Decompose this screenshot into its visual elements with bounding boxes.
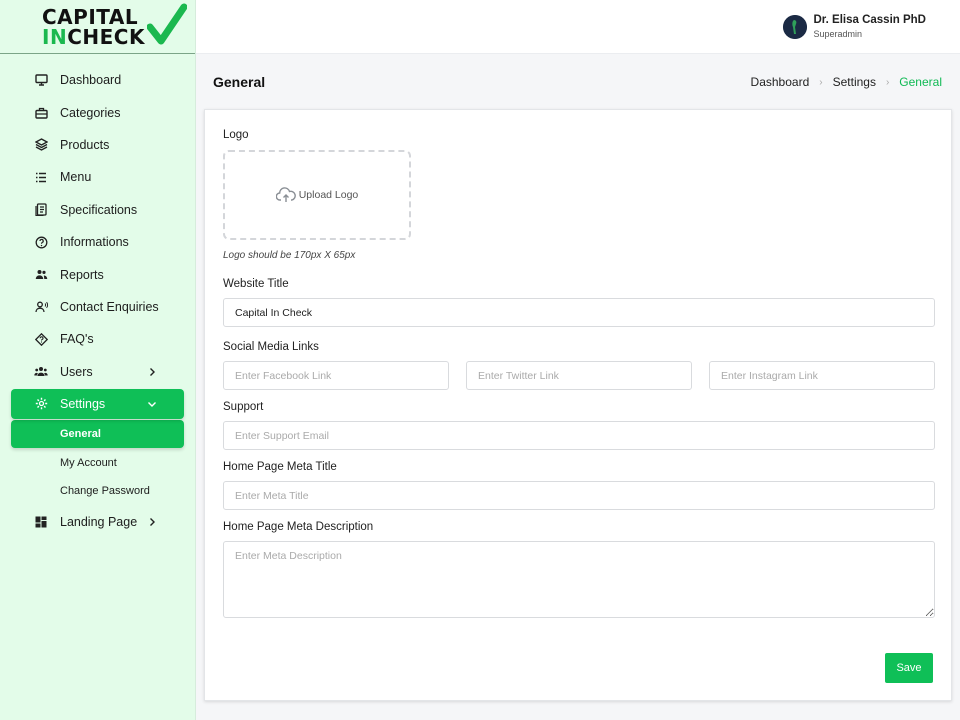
user-role: Superadmin: [813, 29, 863, 39]
instagram-link-input[interactable]: [709, 361, 935, 390]
user-menu[interactable]: Dr. Elisa Cassin PhD Superadmin: [782, 14, 927, 39]
sidebar-item-label: Specifications: [60, 202, 138, 217]
page-titlebar: General Dashboard › Settings › General: [196, 55, 960, 107]
sidebar-subitem-general[interactable]: General: [11, 419, 184, 449]
monitor-icon: [34, 73, 48, 87]
faq-icon: [34, 332, 48, 346]
sidebar-subitem-my-account[interactable]: My Account: [0, 448, 195, 477]
avatar: [782, 14, 807, 39]
sidebar-item-label: Landing Page: [60, 514, 138, 529]
briefcase-icon: [34, 106, 48, 120]
people-icon: [34, 268, 48, 282]
meta-description-textarea[interactable]: [223, 541, 935, 618]
sidebar-item-label: Reports: [60, 267, 104, 282]
sidebar-subitem-change-password[interactable]: Change Password: [0, 477, 195, 506]
sidebar-item-informations[interactable]: Informations: [0, 226, 195, 258]
sidebar-item-categories[interactable]: Categories: [0, 96, 195, 128]
user-voice-icon: [34, 300, 48, 314]
meta-title-input[interactable]: [223, 481, 935, 510]
dashboard-grid-icon: [34, 515, 48, 529]
sidebar-item-products[interactable]: Products: [0, 129, 195, 161]
settings-submenu: General My Account Change Password: [0, 419, 195, 506]
sidebar-nav: Dashboard Categories Products Menu Speci…: [0, 54, 195, 538]
meta-title-label: Home Page Meta Title: [223, 461, 337, 473]
logo-wordmark: CAPITAL INCHECK: [42, 4, 145, 49]
social-media-label: Social Media Links: [223, 341, 319, 353]
twitter-link-input[interactable]: [466, 361, 692, 390]
sidebar-item-label: Contact Enquiries: [60, 299, 159, 314]
sidebar-item-settings[interactable]: Settings: [11, 388, 184, 419]
sidebar-item-menu[interactable]: Menu: [0, 161, 195, 193]
layers-icon: [34, 138, 48, 152]
sidebar-item-label: Informations: [60, 235, 129, 250]
sidebar-item-faqs[interactable]: FAQ's: [0, 323, 195, 355]
breadcrumb: Dashboard › Settings › General: [751, 75, 942, 89]
facebook-link-input[interactable]: [223, 361, 449, 390]
website-title-label: Website Title: [223, 278, 289, 290]
sidebar-item-label: Products: [60, 137, 110, 152]
top-header: Dr. Elisa Cassin PhD Superadmin: [196, 0, 960, 54]
chevron-right-icon: ›: [819, 76, 823, 88]
cloud-upload-icon: [275, 187, 296, 202]
logo-size-hint: Logo should be 170px X 65px: [223, 250, 356, 261]
users-icon: [34, 365, 48, 379]
sidebar-item-contact-enquiries[interactable]: Contact Enquiries: [0, 291, 195, 323]
website-title-input[interactable]: [223, 298, 935, 327]
chevron-right-icon: ›: [885, 76, 890, 88]
chevron-right-icon: [147, 367, 157, 377]
sidebar-item-label: Dashboard: [60, 73, 122, 88]
sidebar: CAPITAL INCHECK Dashboard Categories Pro…: [0, 0, 196, 720]
logo[interactable]: CAPITAL INCHECK: [0, 0, 195, 54]
sidebar-item-users[interactable]: Users: [0, 356, 195, 388]
logo-label: Logo: [223, 129, 249, 141]
breadcrumb-current: General: [899, 75, 942, 89]
document-icon: [34, 203, 48, 217]
breadcrumb-dashboard[interactable]: Dashboard: [751, 75, 810, 89]
breadcrumb-settings[interactable]: Settings: [833, 75, 876, 89]
chevron-down-icon: [147, 399, 157, 409]
list-icon: [34, 170, 48, 184]
sidebar-item-reports[interactable]: Reports: [0, 258, 195, 290]
sidebar-item-label: Users: [60, 364, 93, 379]
sidebar-item-label: Settings: [60, 396, 106, 411]
checkmark-logo-icon: [146, 3, 187, 44]
general-settings-form: Logo Upload Logo Logo should be 170px X …: [204, 109, 952, 701]
sidebar-item-label: FAQ's: [60, 332, 94, 347]
support-email-input[interactable]: [223, 421, 935, 450]
meta-description-label: Home Page Meta Description: [223, 521, 374, 533]
save-button[interactable]: Save: [885, 653, 933, 683]
info-icon: [34, 235, 48, 249]
user-name: Dr. Elisa Cassin PhD: [813, 14, 927, 26]
settings-icon: [34, 397, 48, 411]
sidebar-item-label: Menu: [60, 170, 92, 185]
sidebar-item-landing-page[interactable]: Landing Page: [0, 505, 195, 537]
sidebar-item-specifications[interactable]: Specifications: [0, 194, 195, 226]
sidebar-item-dashboard[interactable]: Dashboard: [0, 64, 195, 96]
upload-logo-dropzone[interactable]: Upload Logo: [223, 150, 411, 240]
upload-logo-label: Upload Logo: [298, 189, 359, 201]
sidebar-item-label: Categories: [60, 105, 121, 120]
support-label: Support: [223, 401, 264, 413]
chevron-right-icon: [147, 517, 157, 527]
page-title: General: [213, 74, 266, 90]
